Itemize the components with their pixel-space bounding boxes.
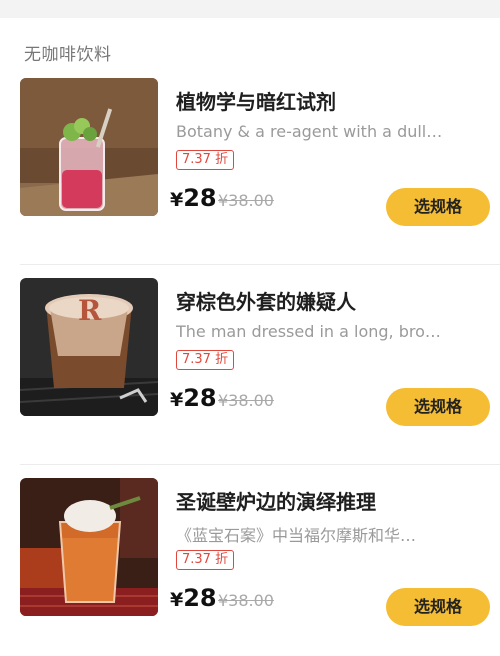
select-spec-button[interactable]: 选规格 [386, 588, 490, 626]
product-list-card: 无咖啡饮料 植物学与暗红试剂 Botany & a re-agent with … [0, 18, 500, 656]
original-price: ¥38.00 [218, 591, 274, 610]
product-item[interactable]: 圣诞壁炉边的演绎推理 《蓝宝石案》中当福尔摩斯和华… 7.37 折 ¥28 ¥3… [0, 478, 500, 648]
price: ¥28 [170, 584, 217, 612]
product-description: The man dressed in a long, bro… [176, 322, 441, 341]
original-price: ¥38.00 [218, 191, 274, 210]
divider [20, 264, 500, 265]
product-description: 《蓝宝石案》中当福尔摩斯和华… [176, 526, 417, 545]
divider [20, 464, 500, 465]
currency-symbol: ¥ [170, 389, 184, 411]
product-description: Botany & a re-agent with a dull… [176, 122, 443, 141]
discount-badge: 7.37 折 [176, 350, 235, 370]
price-value: 28 [183, 584, 217, 612]
select-spec-button[interactable]: 选规格 [386, 388, 490, 426]
section-title: 无咖啡饮料 [24, 45, 112, 65]
top-strip [0, 0, 500, 18]
product-name[interactable]: 植物学与暗红试剂 [176, 86, 336, 115]
price-value: 28 [183, 384, 217, 412]
price: ¥28 [170, 184, 217, 212]
svg-text:R: R [78, 294, 102, 327]
select-spec-button[interactable]: 选规格 [386, 188, 490, 226]
product-name[interactable]: 圣诞壁炉边的演绎推理 [176, 486, 376, 515]
product-item[interactable]: R 穿棕色外套的嫌疑人 The man dressed in a long, b… [0, 278, 500, 448]
product-item[interactable]: 植物学与暗红试剂 Botany & a re-agent with a dull… [0, 78, 500, 248]
currency-symbol: ¥ [170, 189, 184, 211]
product-image[interactable] [20, 78, 158, 216]
discount-badge: 7.37 折 [176, 150, 235, 170]
discount-badge: 7.37 折 [176, 550, 235, 570]
price-value: 28 [183, 184, 217, 212]
original-price: ¥38.00 [218, 391, 274, 410]
currency-symbol: ¥ [170, 589, 184, 611]
product-image[interactable] [20, 478, 158, 616]
price: ¥28 [170, 384, 217, 412]
product-image[interactable]: R [20, 278, 158, 416]
product-name[interactable]: 穿棕色外套的嫌疑人 [176, 286, 356, 315]
